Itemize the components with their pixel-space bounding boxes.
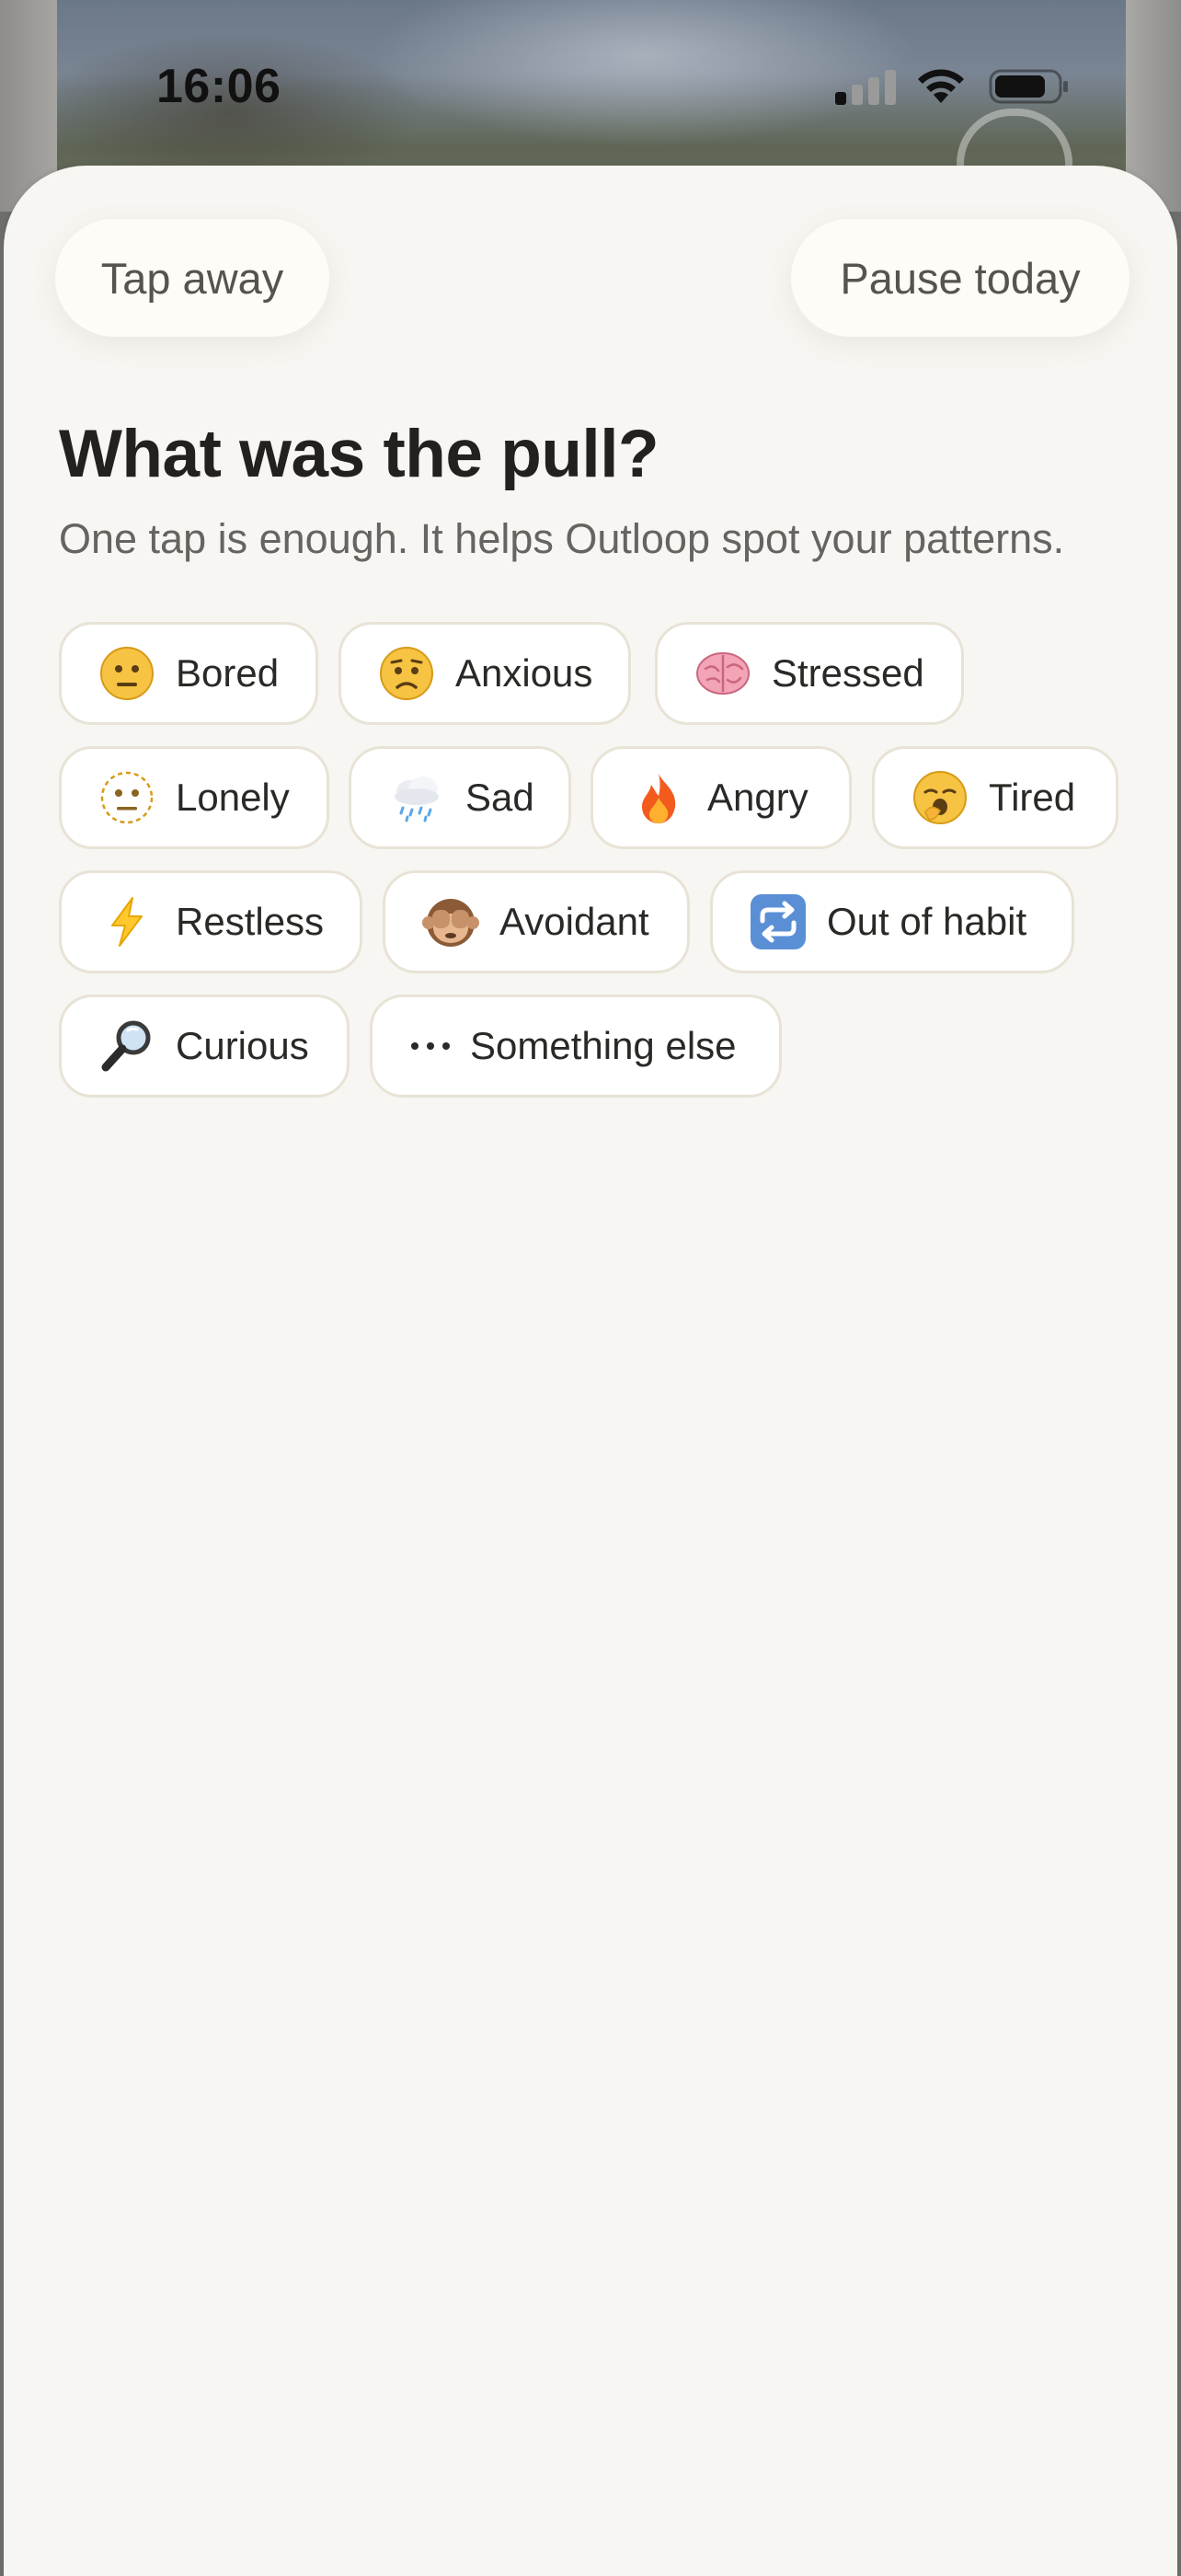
chip-label: Angry <box>707 776 808 819</box>
chip-label: Stressed <box>772 651 924 695</box>
cellular-signal-icon <box>835 66 896 105</box>
chip-angry[interactable]: Angry <box>590 746 852 849</box>
chip-tired[interactable]: Tired <box>872 746 1118 849</box>
chip-avoidant[interactable]: Avoidant <box>383 870 690 973</box>
status-bar: 16:06 <box>0 0 1181 166</box>
chip-label: Out of habit <box>827 900 1027 943</box>
battery-icon <box>989 69 1068 104</box>
fire-icon <box>630 769 687 826</box>
dotted-line-face-icon <box>98 769 155 826</box>
chip-label: Lonely <box>176 776 290 819</box>
wifi-icon <box>918 69 964 103</box>
chip-label: Restless <box>176 900 325 943</box>
status-time: 16:06 <box>156 60 281 113</box>
chip-label: Anxious <box>455 651 593 695</box>
brain-icon <box>694 645 751 702</box>
page-title: What was the pull? <box>59 417 659 491</box>
chip-lonely[interactable]: Lonely <box>59 746 329 849</box>
chip-label: Curious <box>176 1024 309 1067</box>
chip-label: Bored <box>176 651 280 695</box>
lightning-icon <box>98 893 155 950</box>
yawning-face-icon <box>912 769 969 826</box>
ellipsis-icon <box>409 1018 452 1075</box>
cloud-with-rain-icon <box>388 769 445 826</box>
see-no-evil-monkey-icon <box>422 893 479 950</box>
page-subtitle: One tap is enough. It helps Outloop spot… <box>59 515 1065 562</box>
chip-restless[interactable]: Restless <box>59 870 362 973</box>
chip-stressed[interactable]: Stressed <box>655 622 964 725</box>
chip-something-else[interactable]: Something else <box>370 995 782 1098</box>
chip-bored[interactable]: Bored <box>59 622 318 725</box>
chip-out-of-habit[interactable]: Out of habit <box>710 870 1074 973</box>
chip-label: Tired <box>989 776 1076 819</box>
magnifying-glass-icon <box>98 1018 155 1075</box>
chip-label: Avoidant <box>499 900 649 943</box>
chip-anxious[interactable]: Anxious <box>338 622 631 725</box>
neutral-face-icon <box>98 645 155 702</box>
chip-label: Something else <box>470 1024 737 1067</box>
worried-face-icon <box>378 645 435 702</box>
chip-sad[interactable]: Sad <box>349 746 571 849</box>
repeat-icon <box>750 893 807 950</box>
tap-away-button[interactable]: Tap away <box>55 219 329 337</box>
chip-label: Sad <box>465 776 534 819</box>
mood-sheet: Tap away Pause today What was the pull? … <box>4 166 1177 2576</box>
pause-today-button[interactable]: Pause today <box>791 219 1129 337</box>
chip-curious[interactable]: Curious <box>59 995 350 1098</box>
